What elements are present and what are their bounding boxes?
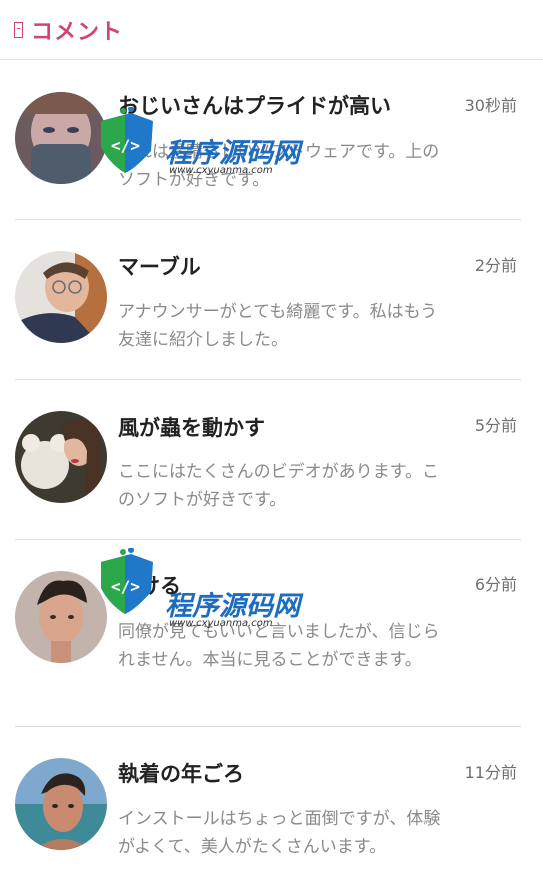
comment-item[interactable]: おじいさんはプライドが高い 30秒前 これは素晴らしいソフトウェアです。上のソフ… [15,60,521,220]
comment-item[interactable]: 執着の年ごろ 11分前 インストールはちょっと面倒ですが、体験がよくて、美人がた… [15,727,521,885]
comment-time: 11分前 [464,763,517,782]
comment-author[interactable]: 溶ける [118,570,181,600]
avatar[interactable] [15,758,107,850]
comment-time: 30秒前 [464,96,517,115]
comment-author[interactable]: 風が蟲を動かす [118,412,265,442]
comment-time: 6分前 [474,575,517,594]
comment-text: アナウンサーがとても綺麗です。私はもう友達に紹介しました。 [118,302,438,350]
page-title: コメント [31,19,124,45]
comment-text: インストールはちょっと面倒ですが、体験がよくて、美人がたくさんいます。 [118,809,441,857]
avatar[interactable] [15,92,107,184]
comment-text: 同僚が見てもいいと言いましたが、信じられません。本当に見ることができます。 [118,622,440,670]
comment-item[interactable]: マーブル 2分前 アナウンサーがとても綺麗です。私はもう友達に紹介しました。 [15,220,521,380]
comment-item[interactable]: 溶ける 6分前 同僚が見てもいいと言いましたが、信じられません。本当に見ることが… [15,540,521,727]
comment-text: ここにはたくさんのビデオがあります。このソフトが好きです。 [118,462,439,510]
comment-text: これは素晴らしいソフトウェアです。上のソフトが好きです。 [118,142,440,190]
comment-time: 2分前 [474,256,517,275]
comment-author[interactable]: マーブル [118,251,201,281]
comment-author[interactable]: おじいさんはプライドが高い [118,90,391,120]
avatar[interactable] [15,411,107,503]
avatar[interactable] [15,251,107,343]
avatar[interactable] [15,571,107,663]
comment-item[interactable]: 風が蟲を動かす 5分前 ここにはたくさんのビデオがあります。このソフトが好きです… [15,380,521,540]
comment-time: 5分前 [474,416,517,435]
comment-author[interactable]: 執着の年ごろ [118,758,244,788]
note-icon [14,21,23,38]
header: コメント [0,0,543,60]
